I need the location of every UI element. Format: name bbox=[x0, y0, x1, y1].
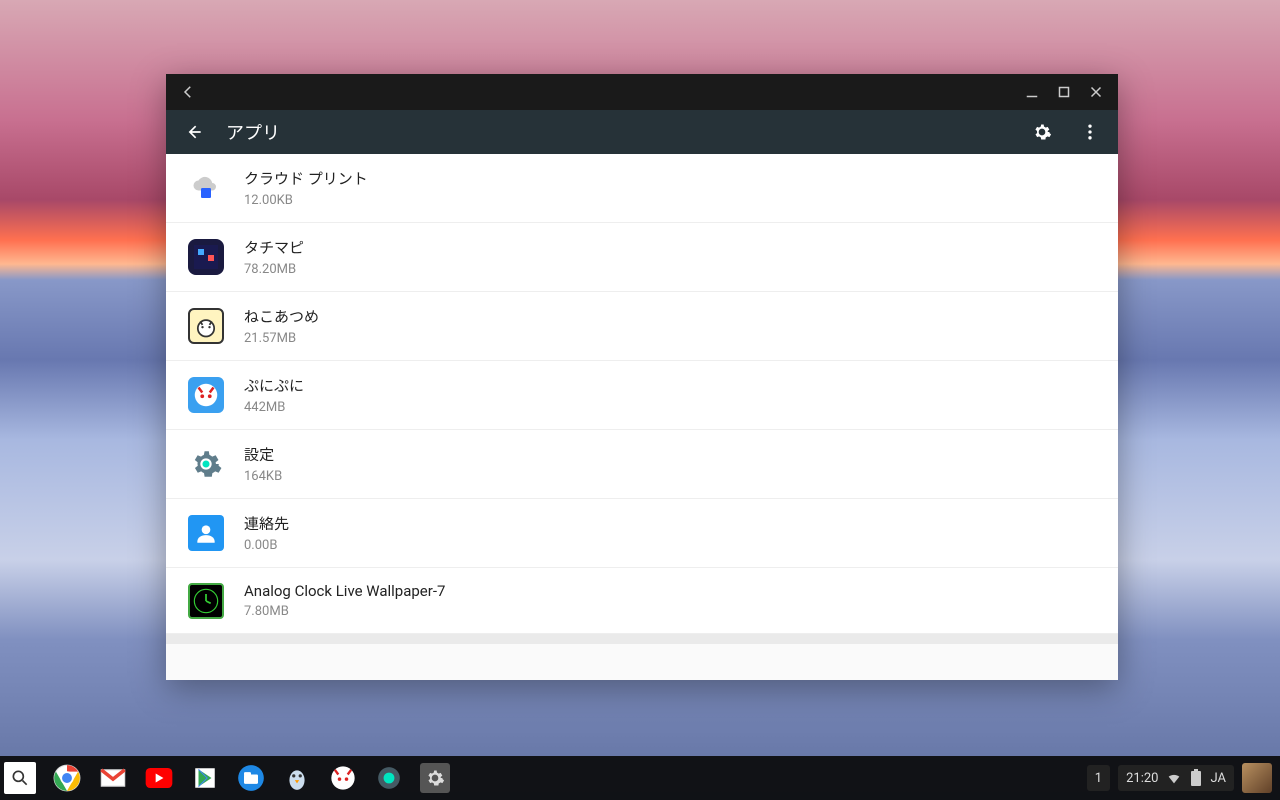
settings-shelf-icon[interactable] bbox=[420, 763, 450, 793]
app-list: クラウド プリント 12.00KB タチマピ 78.20MB ねこあつめ 21.57M… bbox=[166, 154, 1118, 680]
app-row[interactable]: 連絡先 0.00B bbox=[166, 499, 1118, 568]
appbar-back-button[interactable] bbox=[178, 116, 210, 148]
app-size: 21.57MB bbox=[244, 331, 319, 346]
appbar-overflow-button[interactable] bbox=[1074, 116, 1106, 148]
tray-clock: 21:20 bbox=[1126, 771, 1158, 786]
app-name: ぷにぷに bbox=[244, 375, 304, 396]
window-close-button[interactable] bbox=[1080, 76, 1112, 108]
launcher-search-button[interactable] bbox=[4, 762, 36, 794]
app-size: 78.20MB bbox=[244, 262, 304, 277]
window-maximize-button[interactable] bbox=[1048, 76, 1080, 108]
play-store-icon[interactable] bbox=[190, 763, 220, 793]
app-row[interactable]: 設定 164KB bbox=[166, 430, 1118, 499]
contacts-app-icon bbox=[188, 515, 224, 551]
app-name: 連絡先 bbox=[244, 513, 289, 534]
app-size: 0.00B bbox=[244, 538, 289, 553]
app-name: 設定 bbox=[244, 444, 282, 465]
app-row[interactable]: タチマピ 78.20MB bbox=[166, 223, 1118, 292]
notification-count[interactable]: 1 bbox=[1087, 765, 1110, 791]
analog-clock-icon bbox=[188, 583, 224, 619]
files-icon[interactable] bbox=[236, 763, 266, 793]
youtube-icon[interactable] bbox=[144, 763, 174, 793]
app-name: Analog Clock Live Wallpaper-7 bbox=[244, 582, 445, 600]
app-bar: アプリ bbox=[166, 110, 1118, 154]
camera-shelf-icon[interactable] bbox=[374, 763, 404, 793]
punipuni-icon bbox=[188, 377, 224, 413]
window-back-button[interactable] bbox=[172, 76, 204, 108]
window-titlebar bbox=[166, 74, 1118, 110]
cloudprint-icon bbox=[188, 170, 224, 206]
app-name: クラウド プリント bbox=[244, 168, 368, 189]
android-settings-window: アプリ クラウド プリント 12.00KB タチマピ 78.20MB ねこあつめ 21… bbox=[166, 74, 1118, 680]
appbar-settings-button[interactable] bbox=[1026, 116, 1058, 148]
app-size: 7.80MB bbox=[244, 604, 445, 619]
window-minimize-button[interactable] bbox=[1016, 76, 1048, 108]
penguin-icon[interactable] bbox=[282, 763, 312, 793]
wifi-icon bbox=[1166, 770, 1182, 786]
system-tray[interactable]: 1 21:20 JA bbox=[1087, 763, 1276, 793]
app-row[interactable]: ねこあつめ 21.57MB bbox=[166, 292, 1118, 361]
list-bottom-spacer bbox=[166, 634, 1118, 644]
app-size: 164KB bbox=[244, 469, 282, 484]
app-name: ねこあつめ bbox=[244, 306, 319, 327]
page-title: アプリ bbox=[226, 119, 1010, 145]
settings-app-icon bbox=[188, 446, 224, 482]
app-size: 442MB bbox=[244, 400, 304, 415]
app-row[interactable]: Analog Clock Live Wallpaper-7 7.80MB bbox=[166, 568, 1118, 634]
user-avatar[interactable] bbox=[1242, 763, 1272, 793]
app-row[interactable]: ぷにぷに 442MB bbox=[166, 361, 1118, 430]
chrome-icon[interactable] bbox=[52, 763, 82, 793]
battery-icon bbox=[1190, 769, 1202, 787]
app-row[interactable]: クラウド プリント 12.00KB bbox=[166, 154, 1118, 223]
tachimapi-icon bbox=[188, 239, 224, 275]
shelf: 1 21:20 JA bbox=[0, 756, 1280, 800]
nekoatsume-icon bbox=[188, 308, 224, 344]
punipuni-shelf-icon[interactable] bbox=[328, 763, 358, 793]
ime-indicator: JA bbox=[1210, 771, 1226, 786]
app-size: 12.00KB bbox=[244, 193, 368, 208]
gmail-icon[interactable] bbox=[98, 763, 128, 793]
app-name: タチマピ bbox=[244, 237, 304, 258]
